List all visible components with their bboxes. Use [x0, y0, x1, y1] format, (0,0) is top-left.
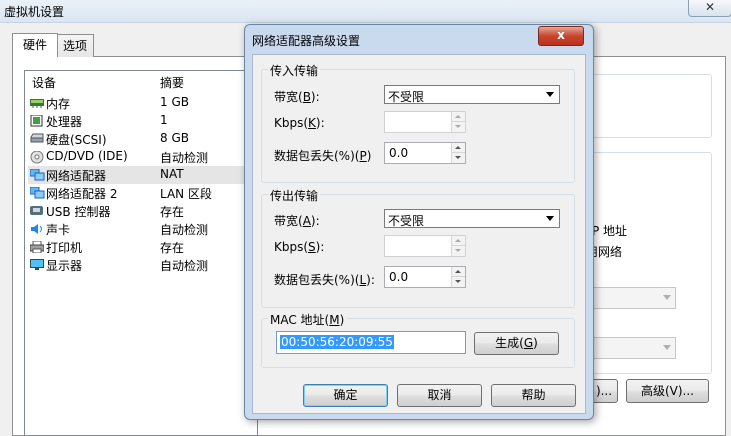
device-name: 硬盘(SCSI) [46, 133, 107, 147]
mac-address-value: 00:50:56:20:09:55 [280, 335, 394, 349]
chevron-down-icon [546, 216, 554, 221]
cd-dvd-icon [30, 150, 44, 164]
device-row-memory[interactable]: 内存 1 GB [28, 94, 244, 112]
device-column-header[interactable]: 设备 [32, 74, 56, 91]
spin-down-icon[interactable] [451, 277, 465, 287]
incoming-kbps-spinner[interactable] [384, 111, 466, 133]
ip-address-option-fragment[interactable]: P 地址 [592, 222, 627, 239]
right-dropdown-1[interactable] [590, 287, 676, 309]
device-row-network-adapter-2[interactable]: 网络适配器 2 LAN 区段 [28, 184, 244, 202]
ok-button[interactable]: 确定 [303, 384, 388, 407]
advanced-button[interactable]: 高级(V)... [626, 379, 709, 403]
device-summary: 存在 [160, 241, 185, 255]
incoming-bandwidth-label: 带宽(B): [274, 90, 320, 104]
spin-up-icon[interactable] [451, 236, 465, 246]
chevron-down-icon [546, 92, 554, 97]
processor-icon [30, 114, 44, 127]
mac-group-title: MAC 地址(M) [268, 311, 347, 328]
outgoing-group-title: 传出传输 [268, 187, 321, 204]
printer-icon [29, 240, 45, 254]
device-name: 打印机 [46, 241, 83, 255]
device-summary: 1 [160, 113, 168, 127]
device-name: USB 控制器 [46, 205, 111, 219]
device-row-usb-controller[interactable]: USB 控制器 存在 [28, 202, 244, 220]
dialog-close-button[interactable]: x [538, 26, 584, 46]
device-row-sound-card[interactable]: 声卡 自动检测 [28, 220, 244, 238]
help-button[interactable]: 帮助 [491, 384, 576, 407]
tab-hardware[interactable]: 硬件 [12, 33, 58, 57]
device-summary: NAT [160, 167, 184, 181]
incoming-group-title: 传入传输 [268, 62, 321, 79]
vm-settings-titlebar [0, 0, 731, 23]
device-name: 处理器 [46, 115, 83, 129]
device-name: 网络适配器 2 [46, 187, 118, 201]
spin-down-icon[interactable] [451, 246, 465, 256]
outgoing-bandwidth-value: 不受限 [388, 214, 425, 228]
device-row-network-adapter[interactable]: 网络适配器 NAT [28, 166, 244, 184]
right-dropdown-2[interactable] [590, 337, 676, 359]
tab-options[interactable]: 选项 [56, 34, 94, 57]
device-summary: 1 GB [160, 95, 189, 109]
device-name: 声卡 [46, 223, 71, 237]
dialog-title: 网络适配器高级设置 [252, 34, 361, 48]
device-name: 内存 [46, 97, 71, 111]
cancel-button[interactable]: 取消 [397, 384, 482, 407]
vm-settings-close-button[interactable]: ✕ [688, 0, 731, 17]
chevron-down-icon [663, 345, 671, 350]
incoming-packet-loss-label: 数据包丢失(%)(P) [274, 149, 372, 163]
outgoing-packet-loss-label: 数据包丢失(%)(L): [274, 273, 375, 287]
incoming-bandwidth-value: 不受限 [388, 90, 425, 104]
device-row-hard-disk[interactable]: 硬盘(SCSI) 8 GB [28, 130, 244, 148]
spin-up-icon[interactable] [451, 267, 465, 277]
usb-icon [30, 205, 44, 216]
display-icon [30, 259, 44, 270]
mac-address-input[interactable]: 00:50:56:20:09:55 [276, 331, 466, 354]
outgoing-kbps-spinner[interactable] [384, 235, 466, 257]
network-adapter-icon [29, 186, 45, 199]
chevron-down-icon [663, 295, 671, 300]
sound-card-icon [30, 223, 44, 234]
device-summary: 自动检测 [160, 151, 209, 165]
device-summary: 自动检测 [160, 223, 209, 237]
spin-down-icon[interactable] [451, 122, 465, 132]
summary-column-header[interactable]: 摘要 [160, 74, 184, 91]
device-summary: 自动检测 [160, 259, 209, 273]
device-summary: LAN 区段 [160, 187, 212, 201]
right-info-box [584, 74, 712, 138]
partial-button[interactable]: )... [590, 379, 618, 403]
device-summary: 8 GB [160, 131, 189, 145]
outgoing-bandwidth-dropdown[interactable]: 不受限 [384, 209, 560, 228]
device-name: 网络适配器 [46, 169, 107, 183]
device-row-processor[interactable]: 处理器 1 [28, 112, 244, 130]
spin-up-icon[interactable] [451, 143, 465, 153]
device-row-printer[interactable]: 打印机 存在 [28, 238, 244, 256]
incoming-packet-loss-spinner[interactable]: 0.0 [384, 142, 466, 164]
device-name: CD/DVD (IDE) [46, 149, 128, 163]
vm-settings-title: 虚拟机设置 [4, 5, 65, 19]
incoming-bandwidth-dropdown[interactable]: 不受限 [384, 85, 560, 104]
incoming-kbps-label: Kbps(K): [274, 116, 325, 130]
device-name: 显示器 [46, 259, 83, 273]
network-adapter-icon [29, 168, 45, 181]
device-summary: 存在 [160, 205, 185, 219]
device-row-display[interactable]: 显示器 自动检测 [28, 256, 244, 274]
outgoing-packet-loss-spinner[interactable]: 0.0 [384, 266, 466, 288]
device-row-cd-dvd[interactable]: CD/DVD (IDE) 自动检测 [28, 148, 244, 166]
outgoing-bandwidth-label: 带宽(A): [274, 214, 320, 228]
generate-button[interactable]: 生成(G) [474, 332, 559, 355]
outgoing-kbps-label: Kbps(S): [274, 240, 325, 254]
spin-up-icon[interactable] [451, 112, 465, 122]
memory-icon [30, 97, 44, 108]
spin-down-icon[interactable] [451, 153, 465, 163]
hard-disk-icon [30, 133, 44, 144]
